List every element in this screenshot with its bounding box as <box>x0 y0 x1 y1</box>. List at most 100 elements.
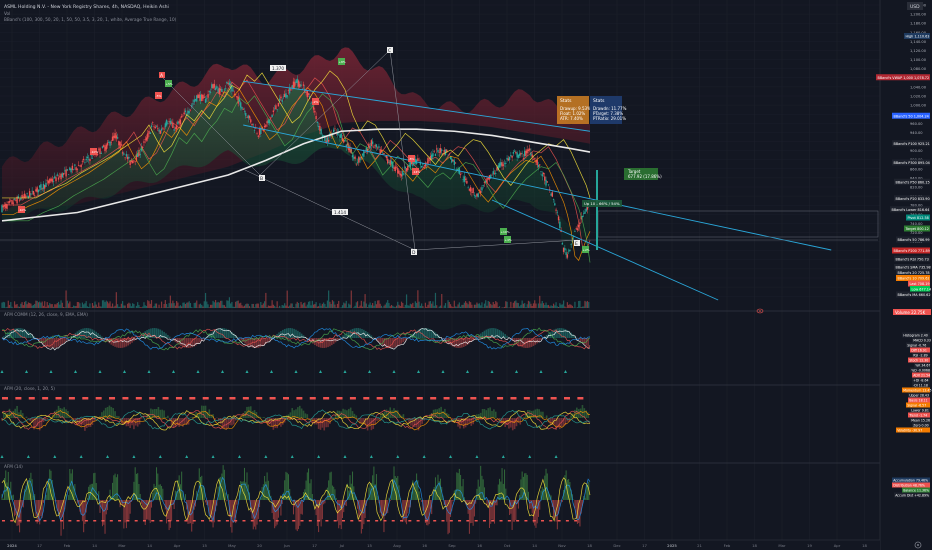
accumulation-bar <box>460 474 462 500</box>
pane-badge-text: Balance 11.36% <box>903 488 929 492</box>
volume-bar <box>245 304 247 308</box>
momentum-bar <box>404 418 407 419</box>
volume-bar <box>495 300 497 308</box>
candle-body <box>371 141 374 144</box>
accumulation-bar <box>360 500 362 534</box>
candle-body <box>110 142 113 144</box>
currency-badge[interactable]: USD <box>907 2 923 10</box>
momentum-bar <box>116 415 118 418</box>
volume-bar <box>123 305 125 308</box>
zone-label-text: -10% <box>19 208 27 212</box>
accumulation-bar <box>510 500 512 514</box>
volume-bar <box>503 306 506 308</box>
candle-body <box>395 167 398 168</box>
accumulation-bar <box>147 500 149 520</box>
zone-label-text: -2% <box>313 100 319 104</box>
candle-body <box>242 109 244 110</box>
volume-bar <box>565 307 567 308</box>
volume-bar <box>24 301 26 308</box>
histogram-bar <box>572 334 574 338</box>
stats-box-blue[interactable]: Stats Drawdn: 11.77% PTarget: 7.38% PTRa… <box>590 96 627 124</box>
candle-body <box>539 164 541 166</box>
signal-dash <box>18 520 22 522</box>
candle-body <box>314 110 316 113</box>
signal-dash <box>491 520 495 522</box>
candle-body <box>163 128 165 130</box>
accumulation-bar <box>246 472 248 500</box>
candle-body <box>547 184 550 186</box>
legend-line-3: BBand's (100, 300, 50, 20, 1, 50, 50, 3.… <box>4 17 177 22</box>
momentum-bar <box>532 410 535 418</box>
signal-dash <box>336 397 343 400</box>
volume-bar <box>340 307 342 308</box>
volume-bar <box>364 294 366 308</box>
accumulation-bar <box>584 497 586 500</box>
volume-bar <box>363 301 365 308</box>
signal-dash <box>323 397 330 400</box>
candle-body <box>69 167 71 171</box>
candle-body <box>45 182 47 187</box>
time-axis-bg[interactable] <box>0 540 880 550</box>
accumulation-bar <box>223 469 225 500</box>
signal-dash <box>68 520 72 522</box>
signal-dash <box>43 520 47 522</box>
volume-bar <box>187 302 189 308</box>
histogram-bar <box>55 338 58 348</box>
candle-body <box>567 250 570 252</box>
candle-body <box>152 122 154 123</box>
volume-bar <box>235 301 237 308</box>
accumulation-bar <box>163 500 165 502</box>
volume-bar <box>262 303 264 308</box>
candle-body <box>296 78 298 83</box>
histogram-bar <box>12 329 15 338</box>
volume-bar <box>416 302 418 308</box>
signal-dash <box>93 520 97 522</box>
volume-bar <box>64 307 66 308</box>
volume-bar <box>526 304 528 308</box>
accumulation-bar <box>282 492 284 500</box>
pane-badge-text: -DI 11.18 <box>913 383 928 387</box>
accumulation-bar <box>25 485 27 500</box>
volume-bar <box>329 301 331 308</box>
volume-bar <box>545 302 547 308</box>
signal-dash <box>109 397 116 400</box>
volume-bar <box>529 301 531 308</box>
momentum-bar <box>349 407 352 418</box>
volume-bar <box>470 302 472 308</box>
accumulation-bar <box>237 499 239 500</box>
momentum-bar <box>511 418 514 431</box>
histogram-bar <box>393 338 395 348</box>
volume-bar <box>448 302 450 308</box>
volume-badge: Volume 22.75K <box>893 309 931 315</box>
volume-bar <box>563 300 565 308</box>
signal-dash <box>135 397 142 400</box>
candle-body <box>224 88 227 89</box>
candle-body <box>277 102 280 107</box>
volume-bar <box>56 303 58 308</box>
stats-box-orange[interactable]: Stats Drawup: 9.53% Float: 1.02% ATR: 7.… <box>557 96 591 124</box>
candle-body <box>72 169 75 170</box>
signal-dash <box>358 520 362 522</box>
volume-bar <box>140 307 143 308</box>
signal-dash <box>524 520 528 522</box>
volume-bar <box>462 304 464 308</box>
candle-body <box>120 144 123 145</box>
volume-bar <box>160 301 163 308</box>
momentum-bar <box>342 408 344 418</box>
signal-dash <box>577 397 584 400</box>
momentum-bar <box>3 412 5 418</box>
signal-dash <box>283 520 287 522</box>
candle-body <box>358 156 360 163</box>
histogram-bar <box>400 338 403 344</box>
signal-dash <box>26 520 30 522</box>
accumulation-bar <box>226 500 228 502</box>
box-label[interactable]: Up 10 - 66% / 54% <box>582 200 622 207</box>
target-label[interactable]: Target 677.92 (17.86%) <box>624 168 662 180</box>
candle-body <box>575 228 577 229</box>
volume-bar <box>238 303 241 308</box>
volume-bar <box>260 301 262 308</box>
candle-body <box>155 126 158 127</box>
signal-dash <box>408 520 412 522</box>
volume-bar <box>456 306 458 308</box>
signal-dash <box>234 520 238 522</box>
